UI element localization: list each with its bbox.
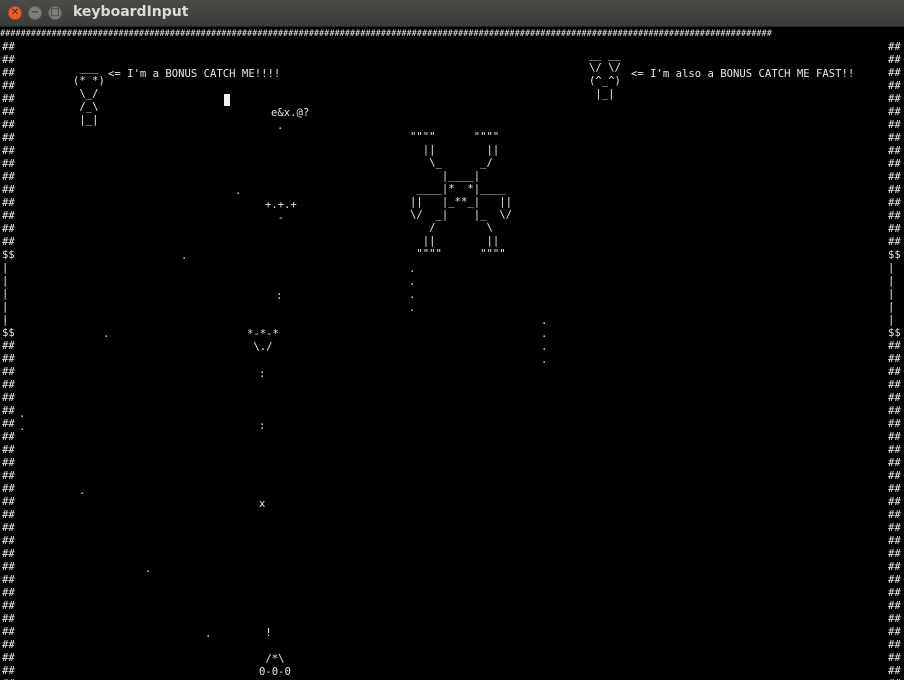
close-icon[interactable]: ✕ <box>8 6 22 20</box>
x-mark: x <box>259 498 266 510</box>
maximize-icon[interactable]: □ <box>48 6 62 20</box>
wall-dots: . . <box>19 408 26 433</box>
bonus-right-text: <= I'm also a BONUS CATCH ME FAST!! <box>631 68 855 80</box>
window-titlebar: ✕ − □ keyboardInput <box>0 0 904 27</box>
projectile-column: . . . . <box>541 315 548 366</box>
boss-enemy-art: """" """" || || \_ _/ |____| ____|* *|__… <box>410 131 513 260</box>
terminal-cursor <box>224 94 230 106</box>
right-wall: ## ## ## ## ## ## ## ## ## ## ## ## ## #… <box>888 41 901 680</box>
enemy-mob-low: *-*-* \./ <box>247 328 279 353</box>
bonus-left-art: ___ (* *) \_/ /_\ |_| <box>73 62 105 126</box>
left-wall: ## ## ## ## ## ## ## ## ## ## ## ## ## #… <box>2 41 15 680</box>
enemy-mob-top: e&x.@? <box>271 107 310 119</box>
projectile-dot: . <box>103 328 110 340</box>
bonus-left-text: <= I'm a BONUS CATCH ME!!!! <box>108 68 281 80</box>
projectile-dot: . <box>79 485 86 497</box>
projectile-column: . . . . <box>409 263 416 314</box>
projectile-colon: : <box>276 290 283 302</box>
game-terminal[interactable]: ########################################… <box>0 27 904 680</box>
projectile-colon: : <box>259 368 266 380</box>
projectile-colon: : <box>259 420 266 432</box>
bonus-right-art: __ __ \/ \/ (^_^) |_| <box>589 49 621 100</box>
projectile-dot: . <box>205 628 212 640</box>
projectile-dot: . <box>145 563 152 575</box>
projectile-dot: . <box>181 250 188 262</box>
top-border: ########################################… <box>0 29 772 39</box>
enemy-mob-mid: +.+.+ - <box>265 199 297 224</box>
projectile-dot: . <box>235 185 242 197</box>
window-title: keyboardInput <box>73 4 189 20</box>
player-ship: ! /*\ 0-0-0 <box>259 627 291 678</box>
projectile-dot: . <box>277 120 284 132</box>
minimize-icon[interactable]: − <box>28 6 42 20</box>
